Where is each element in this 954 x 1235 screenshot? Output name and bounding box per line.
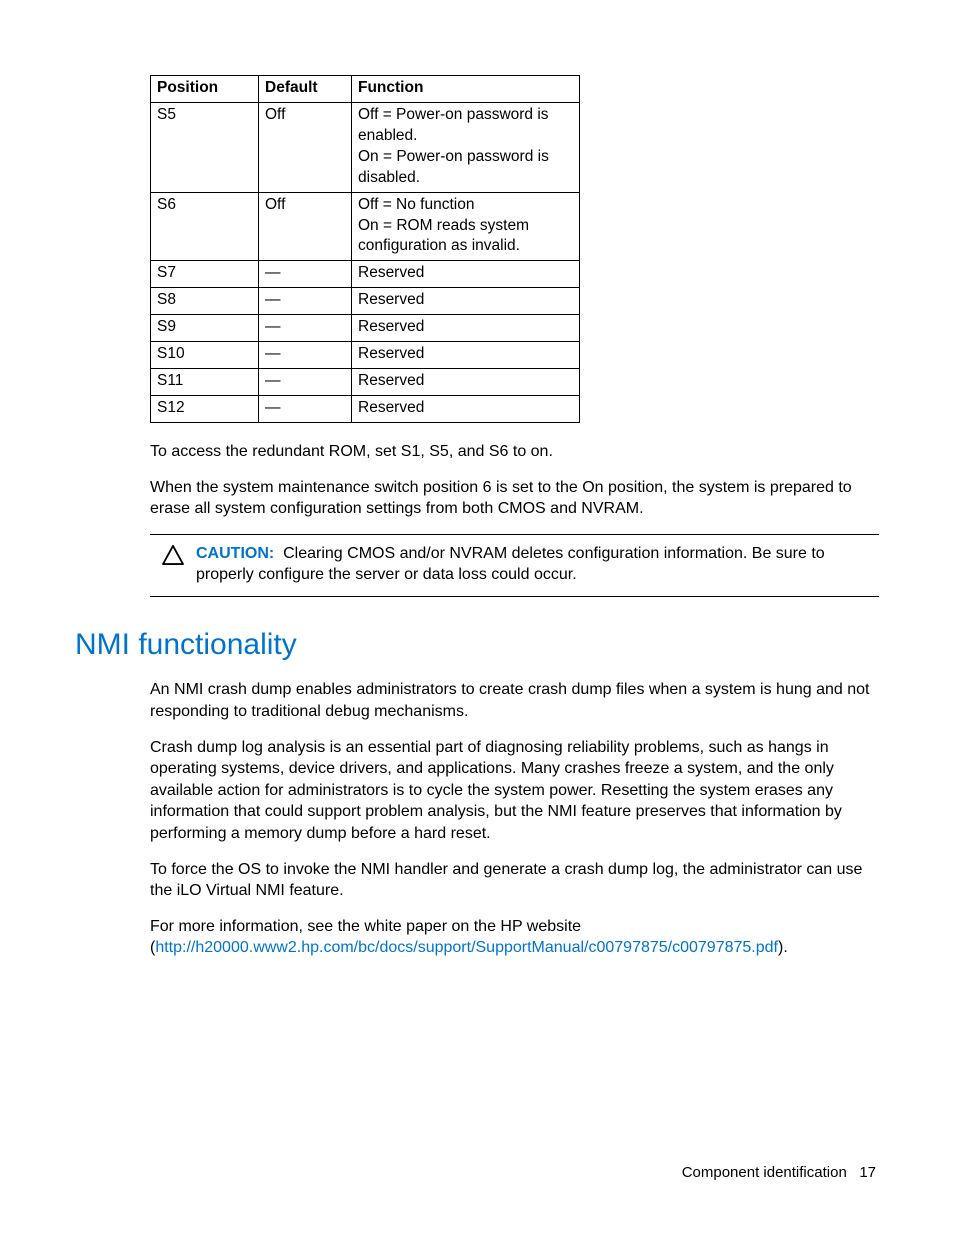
cell-position: S11: [151, 369, 259, 396]
cell-default: Off: [259, 102, 352, 192]
table-row: S10—Reserved: [151, 342, 580, 369]
cell-position: S5: [151, 102, 259, 192]
footer-section: Component identification: [682, 1164, 847, 1181]
cell-default: —: [259, 261, 352, 288]
table-row: S8—Reserved: [151, 288, 580, 315]
nmi-p1: An NMI crash dump enables administrators…: [150, 679, 879, 722]
cell-function: Reserved: [352, 369, 580, 396]
cell-default: —: [259, 288, 352, 315]
cell-default: —: [259, 369, 352, 396]
para-switch6: When the system maintenance switch posit…: [150, 477, 879, 520]
whitepaper-link[interactable]: http://h20000.www2.hp.com/bc/docs/suppor…: [155, 939, 778, 956]
nmi-p2: Crash dump log analysis is an essential …: [150, 737, 879, 845]
table-row: S6OffOff = No function On = ROM reads sy…: [151, 192, 580, 261]
cell-position: S8: [151, 288, 259, 315]
cell-function: Off = No function On = ROM reads system …: [352, 192, 580, 261]
th-function: Function: [352, 76, 580, 103]
cell-function: Reserved: [352, 261, 580, 288]
cell-function: Reserved: [352, 395, 580, 422]
table-header-row: Position Default Function: [151, 76, 580, 103]
content-indent: Position Default Function S5OffOff = Pow…: [150, 75, 879, 597]
caution-text: CAUTION: Clearing CMOS and/or NVRAM dele…: [196, 543, 879, 586]
switch-table: Position Default Function S5OffOff = Pow…: [150, 75, 580, 423]
caution-label: CAUTION:: [196, 545, 274, 562]
table-body: S5OffOff = Power-on password is enabled.…: [151, 102, 580, 422]
nmi-p4-tail: ).: [778, 939, 788, 956]
caution-body: Clearing CMOS and/or NVRAM deletes confi…: [196, 545, 825, 584]
nmi-content: An NMI crash dump enables administrators…: [150, 679, 879, 959]
cell-function: Reserved: [352, 342, 580, 369]
table-row: S12—Reserved: [151, 395, 580, 422]
cell-position: S12: [151, 395, 259, 422]
table-row: S9—Reserved: [151, 315, 580, 342]
cell-function: Reserved: [352, 315, 580, 342]
cell-default: —: [259, 395, 352, 422]
caution-box: CAUTION: Clearing CMOS and/or NVRAM dele…: [150, 534, 879, 597]
cell-default: —: [259, 315, 352, 342]
nmi-p3: To force the OS to invoke the NMI handle…: [150, 859, 879, 902]
cell-position: S10: [151, 342, 259, 369]
page: Position Default Function S5OffOff = Pow…: [0, 0, 954, 1235]
table-row: S11—Reserved: [151, 369, 580, 396]
nmi-p4: For more information, see the white pape…: [150, 916, 879, 959]
para-redundant-rom: To access the redundant ROM, set S1, S5,…: [150, 441, 879, 463]
caution-icon: [150, 543, 196, 572]
cell-position: S7: [151, 261, 259, 288]
th-default: Default: [259, 76, 352, 103]
table-row: S5OffOff = Power-on password is enabled.…: [151, 102, 580, 192]
cell-default: Off: [259, 192, 352, 261]
table-row: S7—Reserved: [151, 261, 580, 288]
th-position: Position: [151, 76, 259, 103]
cell-function: Off = Power-on password is enabled. On =…: [352, 102, 580, 192]
section-heading-nmi: NMI functionality: [75, 625, 879, 666]
cell-position: S6: [151, 192, 259, 261]
page-footer: Component identification 17: [682, 1163, 876, 1183]
cell-function: Reserved: [352, 288, 580, 315]
cell-default: —: [259, 342, 352, 369]
footer-page: 17: [859, 1164, 876, 1181]
cell-position: S9: [151, 315, 259, 342]
